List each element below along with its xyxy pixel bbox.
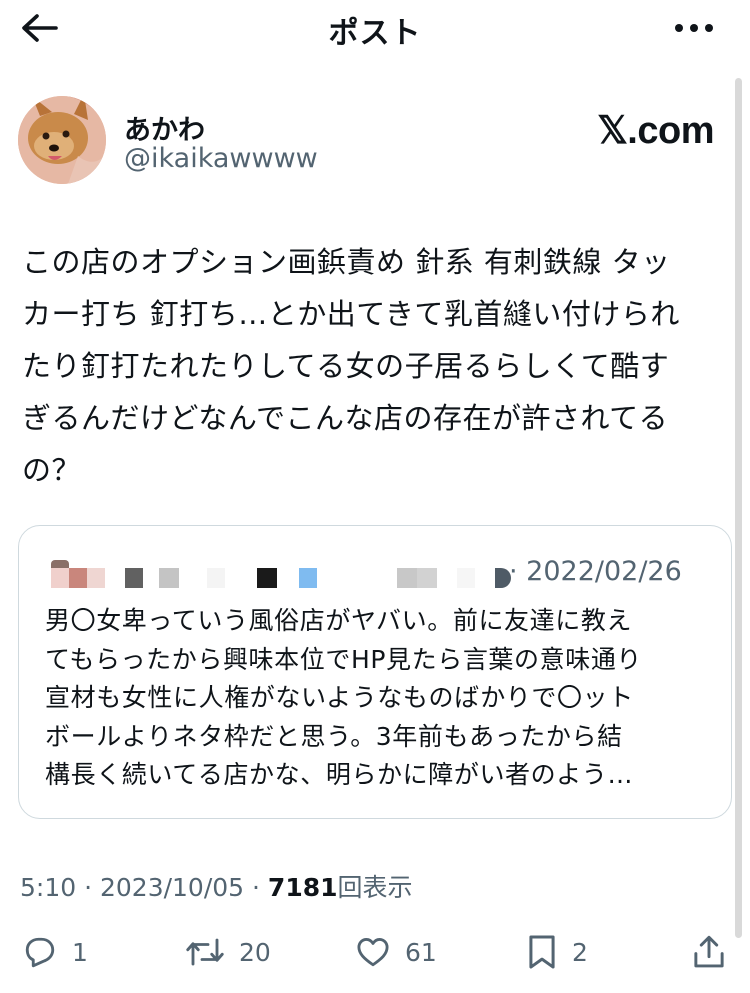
quote-line: 構長く続いてる店かな、明らかに障がい者のよう…: [45, 760, 634, 789]
tweet-line: カー打ち 釘打ち…とか出てきて乳首縫い付けられ: [22, 297, 680, 331]
blurred-name: [207, 568, 225, 588]
retweet-count: 20: [239, 937, 271, 967]
more-dots-icon: [675, 24, 713, 32]
reply-count: 1: [72, 937, 88, 967]
quoted-tweet-date: · 2022/02/26: [509, 556, 682, 587]
blurred-avatar: [87, 568, 105, 588]
author-name[interactable]: あかわ: [124, 108, 205, 147]
blurred-handle: [397, 568, 417, 588]
blurred-name: [257, 568, 277, 588]
top-bar: ポスト: [0, 0, 750, 60]
blurred-name: [125, 568, 143, 588]
blurred-handle: [417, 568, 437, 588]
tweet-meta: 5:10 · 2023/10/05 · 7181回表示: [20, 868, 413, 904]
tweet-line: この店のオプション画鋲責め 針系 有刺鉄線 タッ: [22, 245, 671, 279]
reply-icon: [25, 937, 55, 968]
blurred-badge: [299, 568, 317, 588]
more-options-button[interactable]: [672, 12, 716, 44]
scrollbar[interactable]: [735, 78, 742, 938]
reply-button[interactable]: 1: [22, 930, 88, 974]
quoted-tweet-text: 男〇女卑っていう風俗店がヤバい。前に友達に教え てもらったから興味本位でHP見た…: [45, 602, 715, 795]
retweet-icon: [186, 938, 224, 966]
tweet-text: この店のオプション画鋲責め 針系 有刺鉄線 タッ カー打ち 釘打ち…とか出てきて…: [22, 236, 728, 496]
tweet-timestamp[interactable]: 5:10 · 2023/10/05 ·: [20, 873, 268, 902]
views-label: 回表示: [337, 873, 413, 902]
blurred-avatar: [51, 560, 69, 568]
heart-icon: [357, 937, 389, 967]
bookmark-count: 2: [572, 937, 588, 967]
author-handle[interactable]: @ikaikawwww: [124, 143, 318, 174]
dog-avatar-image: [18, 96, 106, 184]
blurred-avatar: [51, 568, 69, 588]
quote-line: てもらったから興味本位でHP見たら言葉の意味通り: [45, 644, 643, 674]
quoted-tweet-card[interactable]: · 2022/02/26 男〇女卑っていう風俗店がヤバい。前に友達に教え てもら…: [18, 525, 732, 819]
avatar[interactable]: [18, 96, 106, 184]
quote-line: 男〇女卑っていう風俗店がヤバい。前に友達に教え: [45, 606, 633, 635]
blurred-avatar: [69, 568, 87, 588]
share-icon: [694, 935, 724, 968]
bookmark-icon: [529, 935, 555, 969]
tweet-line: ぎるんだけどなんでこんな店の存在が許されてる: [22, 401, 669, 435]
quoted-tweet-header: · 2022/02/26: [47, 556, 707, 594]
like-count: 61: [405, 937, 437, 967]
retweet-button[interactable]: 20: [185, 930, 271, 974]
page-title: ポスト: [328, 16, 422, 51]
x-com-watermark: 𝕏.com: [597, 110, 714, 152]
quote-line: 宣材も女性に人権がないようなものばかりで〇ット: [45, 683, 634, 712]
action-bar: 1 20 61 2: [0, 930, 750, 974]
tweet-line: の？: [22, 453, 82, 487]
bookmark-button[interactable]: 2: [526, 930, 588, 974]
blurred-handle: [457, 568, 475, 588]
share-button[interactable]: [692, 930, 726, 974]
like-button[interactable]: 61: [355, 930, 437, 974]
view-count[interactable]: 7181: [268, 873, 338, 902]
tweet-line: たり釘打たれたりしてる女の子居るらしくて酷す: [22, 349, 670, 383]
blurred-name: [159, 568, 179, 588]
quote-line: ボールよりネタ枠だと思う。3年前もあったから結: [45, 721, 623, 751]
